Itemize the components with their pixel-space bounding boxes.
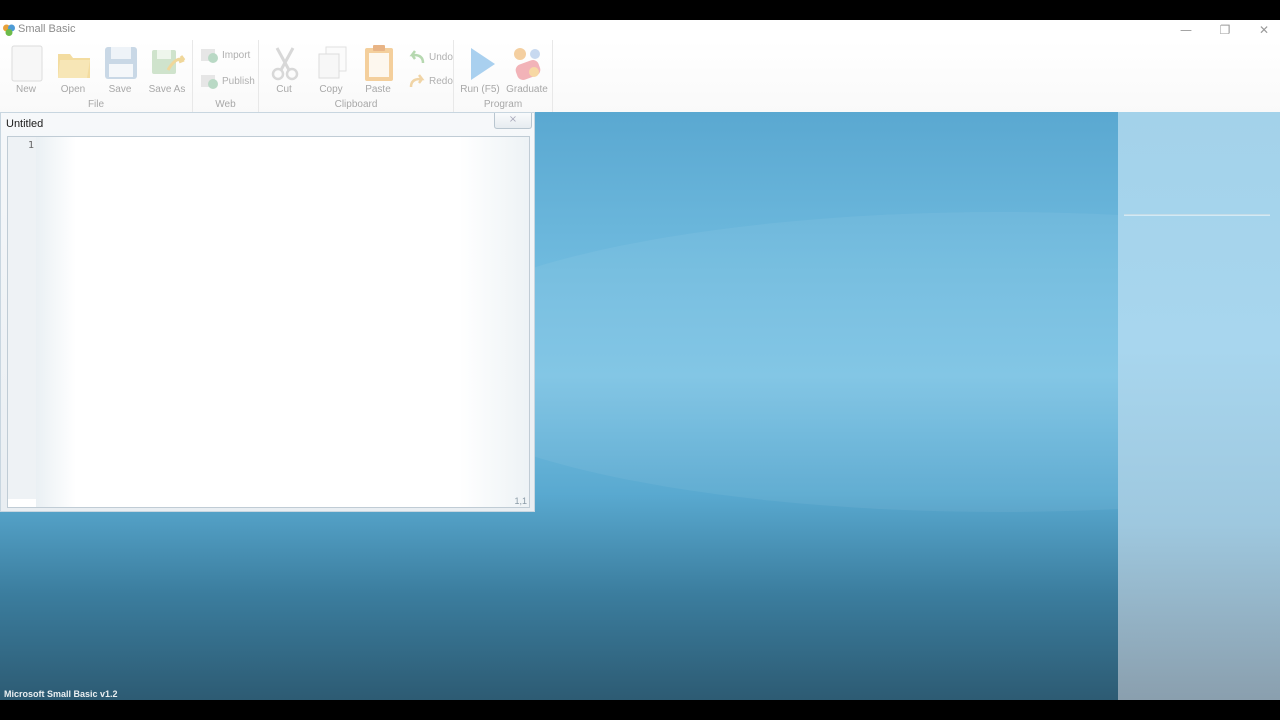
small-basic-logo-icon <box>3 24 15 36</box>
ribbon-group-file: New Open Save Save As File <box>0 40 193 112</box>
copy-icon <box>318 46 347 79</box>
editor-shade-left <box>36 137 76 507</box>
ribbon-group-program: Run (F5) Graduate Program <box>454 40 553 112</box>
run-button[interactable]: Run (F5) <box>457 42 503 98</box>
graduate-icon <box>514 48 541 80</box>
paste-label: Paste <box>365 84 391 95</box>
open-button[interactable]: Open <box>50 42 96 98</box>
version-text: Microsoft Small Basic v1.2 <box>4 689 118 699</box>
publish-label: Publish <box>222 76 255 87</box>
save-as-icon <box>152 50 186 74</box>
clipboard-group-label: Clipboard <box>334 99 378 110</box>
folder-icon <box>58 54 90 78</box>
publish-icon <box>201 75 218 89</box>
line-number: 1 <box>27 140 34 151</box>
file-group-label: File <box>87 99 105 110</box>
new-button[interactable]: New <box>3 42 49 98</box>
graduate-label: Graduate <box>506 84 548 95</box>
editor-shade-right <box>459 137 529 507</box>
undo-label: Undo <box>429 52 453 63</box>
cursor-position: 1,1 <box>514 496 527 506</box>
title-bar: Small Basic — ❐ ✕ <box>0 20 1280 40</box>
letterbox-bottom <box>0 700 1280 720</box>
import-label: Import <box>222 50 251 61</box>
redo-label: Redo <box>429 76 453 87</box>
right-help-panel <box>1118 112 1280 700</box>
save-button[interactable]: Save <box>97 42 143 98</box>
ribbon-group-clipboard: Cut Copy Paste Undo Redo Clipboard <box>259 40 454 112</box>
save-as-label: Save As <box>148 84 186 95</box>
close-button[interactable]: ✕ <box>1246 20 1280 40</box>
floppy-disk-icon <box>105 47 137 79</box>
close-icon: ✕ <box>1258 23 1270 37</box>
document-close-button[interactable]: × <box>494 113 532 129</box>
paste-button[interactable]: Paste <box>355 42 401 98</box>
letterbox-top <box>0 0 1280 20</box>
cut-label: Cut <box>276 84 292 95</box>
program-group-label: Program <box>483 99 523 110</box>
publish-button[interactable]: Publish <box>200 72 260 92</box>
clipboard-icon <box>365 45 393 81</box>
new-label: New <box>15 84 36 95</box>
ribbon-toolbar: New Open Save Save As File Import Publis… <box>0 40 1280 113</box>
save-as-button[interactable]: Save As <box>144 42 190 98</box>
window-title: Small Basic <box>18 23 76 35</box>
play-icon <box>471 48 495 80</box>
undo-icon <box>409 50 425 64</box>
line-number-gutter: 1 <box>8 137 36 499</box>
close-icon: × <box>508 114 518 125</box>
maximize-button[interactable]: ❐ <box>1207 20 1243 40</box>
app-window: Small Basic — ❐ ✕ New Open Save Save As … <box>0 20 1280 700</box>
run-label: Run (F5) <box>460 84 500 95</box>
restore-icon: ❐ <box>1219 23 1231 37</box>
ribbon-group-web: Import Publish Web <box>193 40 259 112</box>
panel-divider <box>1124 214 1270 216</box>
copy-button[interactable]: Copy <box>308 42 354 98</box>
open-label: Open <box>60 84 86 95</box>
redo-icon <box>409 74 425 88</box>
new-file-icon <box>11 45 43 82</box>
document-title: Untitled <box>6 118 44 130</box>
save-label: Save <box>108 84 132 95</box>
minimize-icon: — <box>1180 23 1192 37</box>
code-editor[interactable]: 1 1,1 <box>7 136 530 508</box>
import-icon <box>201 49 218 63</box>
document-window[interactable]: Untitled × 1 1,1 <box>0 112 535 512</box>
copy-label: Copy <box>319 84 343 95</box>
scissors-icon <box>271 47 299 81</box>
web-group-label: Web <box>215 99 236 110</box>
cut-button[interactable]: Cut <box>261 42 307 98</box>
graduate-button[interactable]: Graduate <box>504 42 550 98</box>
import-button[interactable]: Import <box>200 46 260 66</box>
minimize-button[interactable]: — <box>1168 20 1204 40</box>
